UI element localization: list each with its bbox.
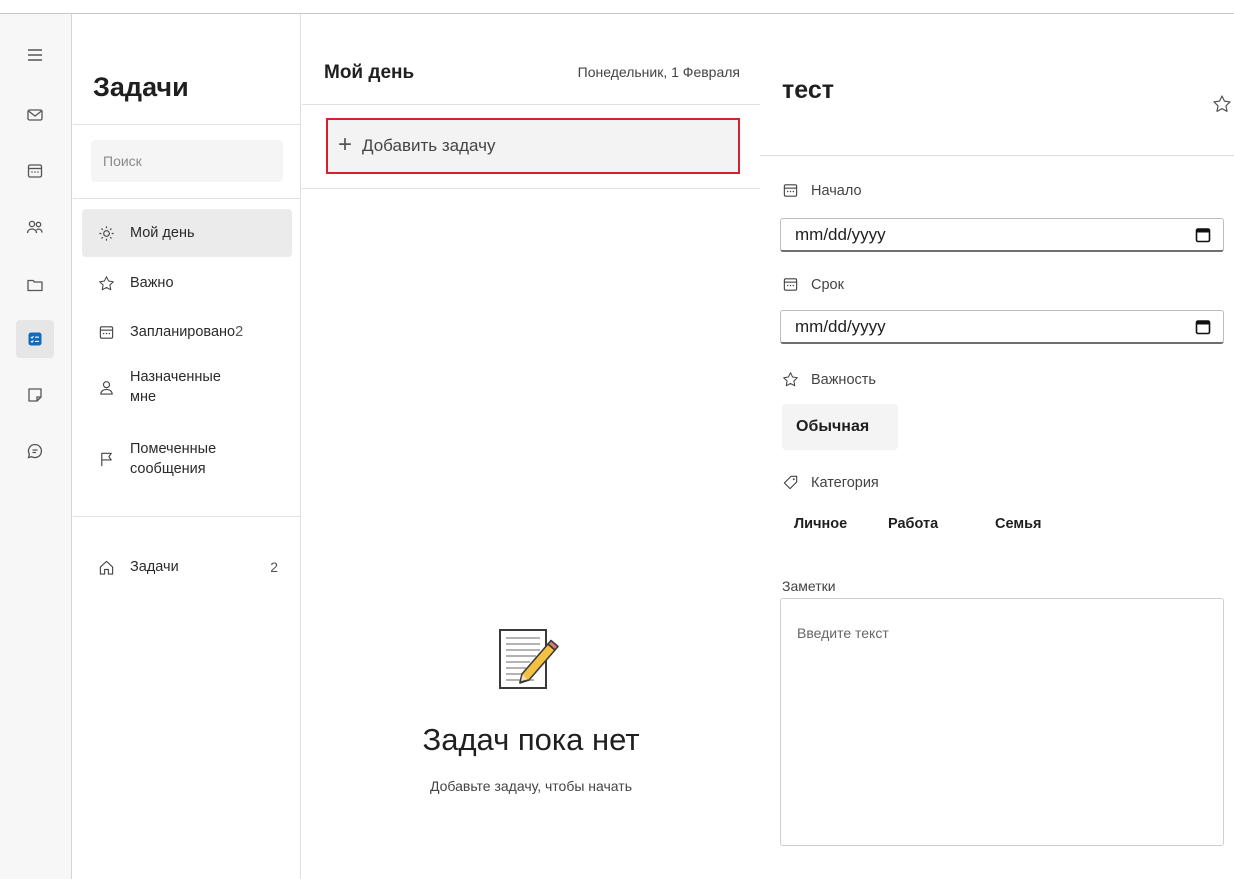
menu-icon[interactable] bbox=[16, 36, 54, 74]
task-list-pane: Мой день Понедельник, 1 Февраля + Добави… bbox=[302, 14, 760, 879]
category-personal[interactable]: Личное bbox=[794, 516, 847, 532]
divider bbox=[302, 104, 760, 105]
add-task-label: Добавить задачу bbox=[362, 136, 496, 155]
importance-label: Важность bbox=[782, 371, 876, 388]
task-title: тест bbox=[782, 76, 834, 104]
notes-label: Заметки bbox=[782, 578, 836, 594]
sidebar-item-label: Назначенные мне bbox=[130, 367, 221, 407]
chat-icon[interactable] bbox=[16, 432, 54, 470]
divider bbox=[73, 124, 301, 125]
page-title: Мой день bbox=[324, 62, 415, 83]
item-count-badge: 2 bbox=[270, 559, 278, 575]
star-icon bbox=[96, 273, 116, 293]
mail-icon[interactable] bbox=[16, 96, 54, 134]
field-label-text: Важность bbox=[811, 371, 876, 388]
sidebar-item-label: Важно bbox=[130, 275, 174, 291]
sidebar-title: Задачи bbox=[93, 72, 189, 102]
start-label: Начало bbox=[782, 182, 862, 199]
plus-icon: + bbox=[338, 130, 353, 158]
sun-icon bbox=[96, 223, 116, 243]
app-rail bbox=[0, 14, 72, 879]
label-line: Назначенные bbox=[130, 369, 221, 385]
date-picker-icon[interactable] bbox=[1195, 319, 1211, 335]
sidebar-item-label: Помеченные сообщения bbox=[130, 439, 216, 479]
field-label-text: Начало bbox=[811, 182, 862, 199]
divider bbox=[73, 198, 301, 199]
empty-state-subtitle: Добавьте задачу, чтобы начать bbox=[430, 778, 632, 794]
category-family[interactable]: Семья bbox=[995, 516, 1041, 532]
folder-icon[interactable] bbox=[16, 266, 54, 304]
sidebar-item-label: Мой день bbox=[130, 225, 195, 241]
label-line: сообщения bbox=[130, 461, 206, 477]
sidebar-item-tasks-list[interactable]: Задачи 2 bbox=[82, 547, 292, 587]
divider bbox=[302, 188, 760, 189]
search-input[interactable] bbox=[91, 140, 283, 182]
people-icon[interactable] bbox=[16, 208, 54, 246]
calendar-icon bbox=[96, 322, 116, 342]
notepad-pencil-icon bbox=[499, 629, 559, 689]
calendar-icon bbox=[783, 278, 798, 291]
category-work[interactable]: Работа bbox=[888, 516, 938, 532]
star-icon[interactable] bbox=[1212, 94, 1232, 114]
sidebar-item-label: Задачи bbox=[130, 559, 179, 575]
sidebar-item-my-day[interactable]: Мой день bbox=[82, 209, 292, 257]
notes-textarea[interactable] bbox=[780, 598, 1224, 846]
label-line: Помеченные bbox=[130, 441, 217, 457]
task-details-pane: тест Начало mm/dd/yyyy Срок mm/dd/yyyy В… bbox=[760, 14, 1234, 879]
home-icon bbox=[96, 557, 116, 577]
category-label: Категория bbox=[782, 474, 879, 491]
divider bbox=[73, 516, 301, 517]
sidebar-item-assigned[interactable]: Назначенные мне bbox=[82, 360, 292, 414]
sidebar-item-important[interactable]: Важно bbox=[82, 263, 292, 303]
sidebar-item-flagged[interactable]: Помеченные сообщения bbox=[82, 432, 292, 486]
start-date-input[interactable]: mm/dd/yyyy bbox=[780, 218, 1224, 252]
date-value: mm/dd/yyyy bbox=[795, 316, 886, 336]
item-count-badge: 2 bbox=[235, 324, 244, 340]
task-sidebar: Задачи Мой день Важно Запланировано 2 На… bbox=[73, 14, 301, 879]
date-value: mm/dd/yyyy bbox=[795, 224, 886, 244]
star-icon bbox=[783, 372, 798, 387]
sidebar-item-label: Запланировано bbox=[130, 324, 236, 340]
calendar-icon bbox=[783, 184, 798, 197]
sidebar-item-planned[interactable]: Запланировано 2 bbox=[82, 312, 292, 352]
divider bbox=[760, 155, 1234, 156]
add-task-button[interactable]: + Добавить задачу bbox=[326, 118, 740, 174]
todo-icon[interactable] bbox=[16, 320, 54, 358]
note-icon[interactable] bbox=[16, 376, 54, 414]
field-label-text: Срок bbox=[811, 276, 844, 293]
empty-state-title: Задач пока нет bbox=[422, 722, 640, 757]
field-label-text: Категория bbox=[811, 474, 879, 491]
tag-icon bbox=[783, 475, 798, 490]
current-date: Понедельник, 1 Февраля bbox=[577, 64, 740, 80]
person-icon bbox=[96, 377, 116, 397]
date-picker-icon[interactable] bbox=[1195, 227, 1211, 243]
importance-selector[interactable]: Обычная bbox=[782, 404, 898, 450]
due-date-input[interactable]: mm/dd/yyyy bbox=[780, 310, 1224, 344]
flag-icon bbox=[96, 449, 116, 469]
calendar-icon[interactable] bbox=[16, 152, 54, 190]
label-line: мне bbox=[130, 389, 157, 405]
due-label: Срок bbox=[782, 276, 844, 293]
